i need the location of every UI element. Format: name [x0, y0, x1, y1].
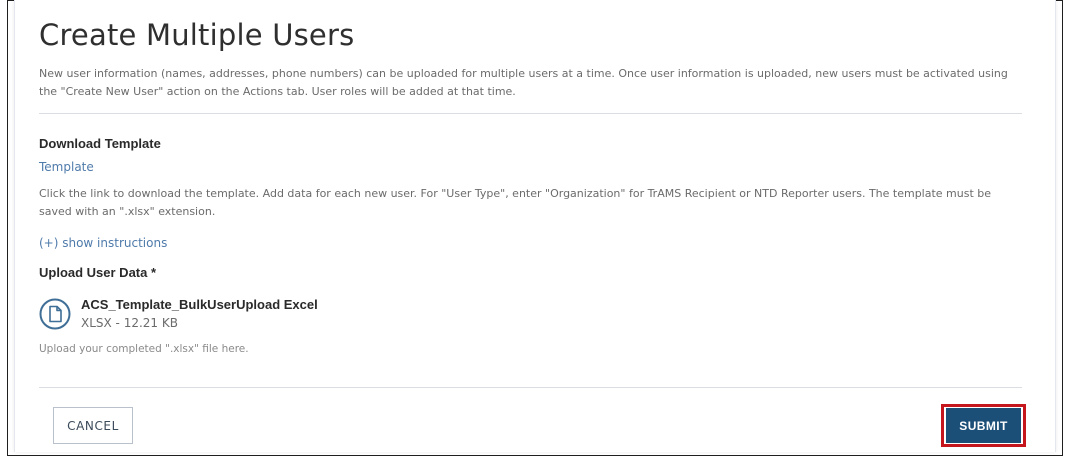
download-template-heading: Download Template — [39, 136, 161, 151]
upload-hint: Upload your completed ".xlsx" file here. — [39, 343, 249, 355]
template-link[interactable]: Template — [39, 160, 94, 174]
page-title: Create Multiple Users — [39, 18, 355, 52]
cancel-button[interactable]: CANCEL — [53, 407, 133, 444]
uploaded-file-meta: XLSX - 12.21 KB — [81, 316, 178, 330]
template-help-text: Click the link to download the template.… — [39, 187, 992, 218]
uploaded-file[interactable]: ACS_Template_BulkUserUpload Excel XLSX -… — [39, 296, 439, 336]
footer-divider — [39, 387, 1022, 388]
submit-button[interactable]: SUBMIT — [946, 408, 1021, 443]
uploaded-file-name[interactable]: ACS_Template_BulkUserUpload Excel — [81, 297, 318, 312]
section-divider — [39, 113, 1022, 114]
page-intro: New user information (names, addresses, … — [39, 67, 1008, 98]
show-instructions-link[interactable]: (+) show instructions — [39, 236, 167, 250]
upload-user-data-heading: Upload User Data * — [39, 265, 157, 280]
file-icon — [39, 298, 71, 330]
